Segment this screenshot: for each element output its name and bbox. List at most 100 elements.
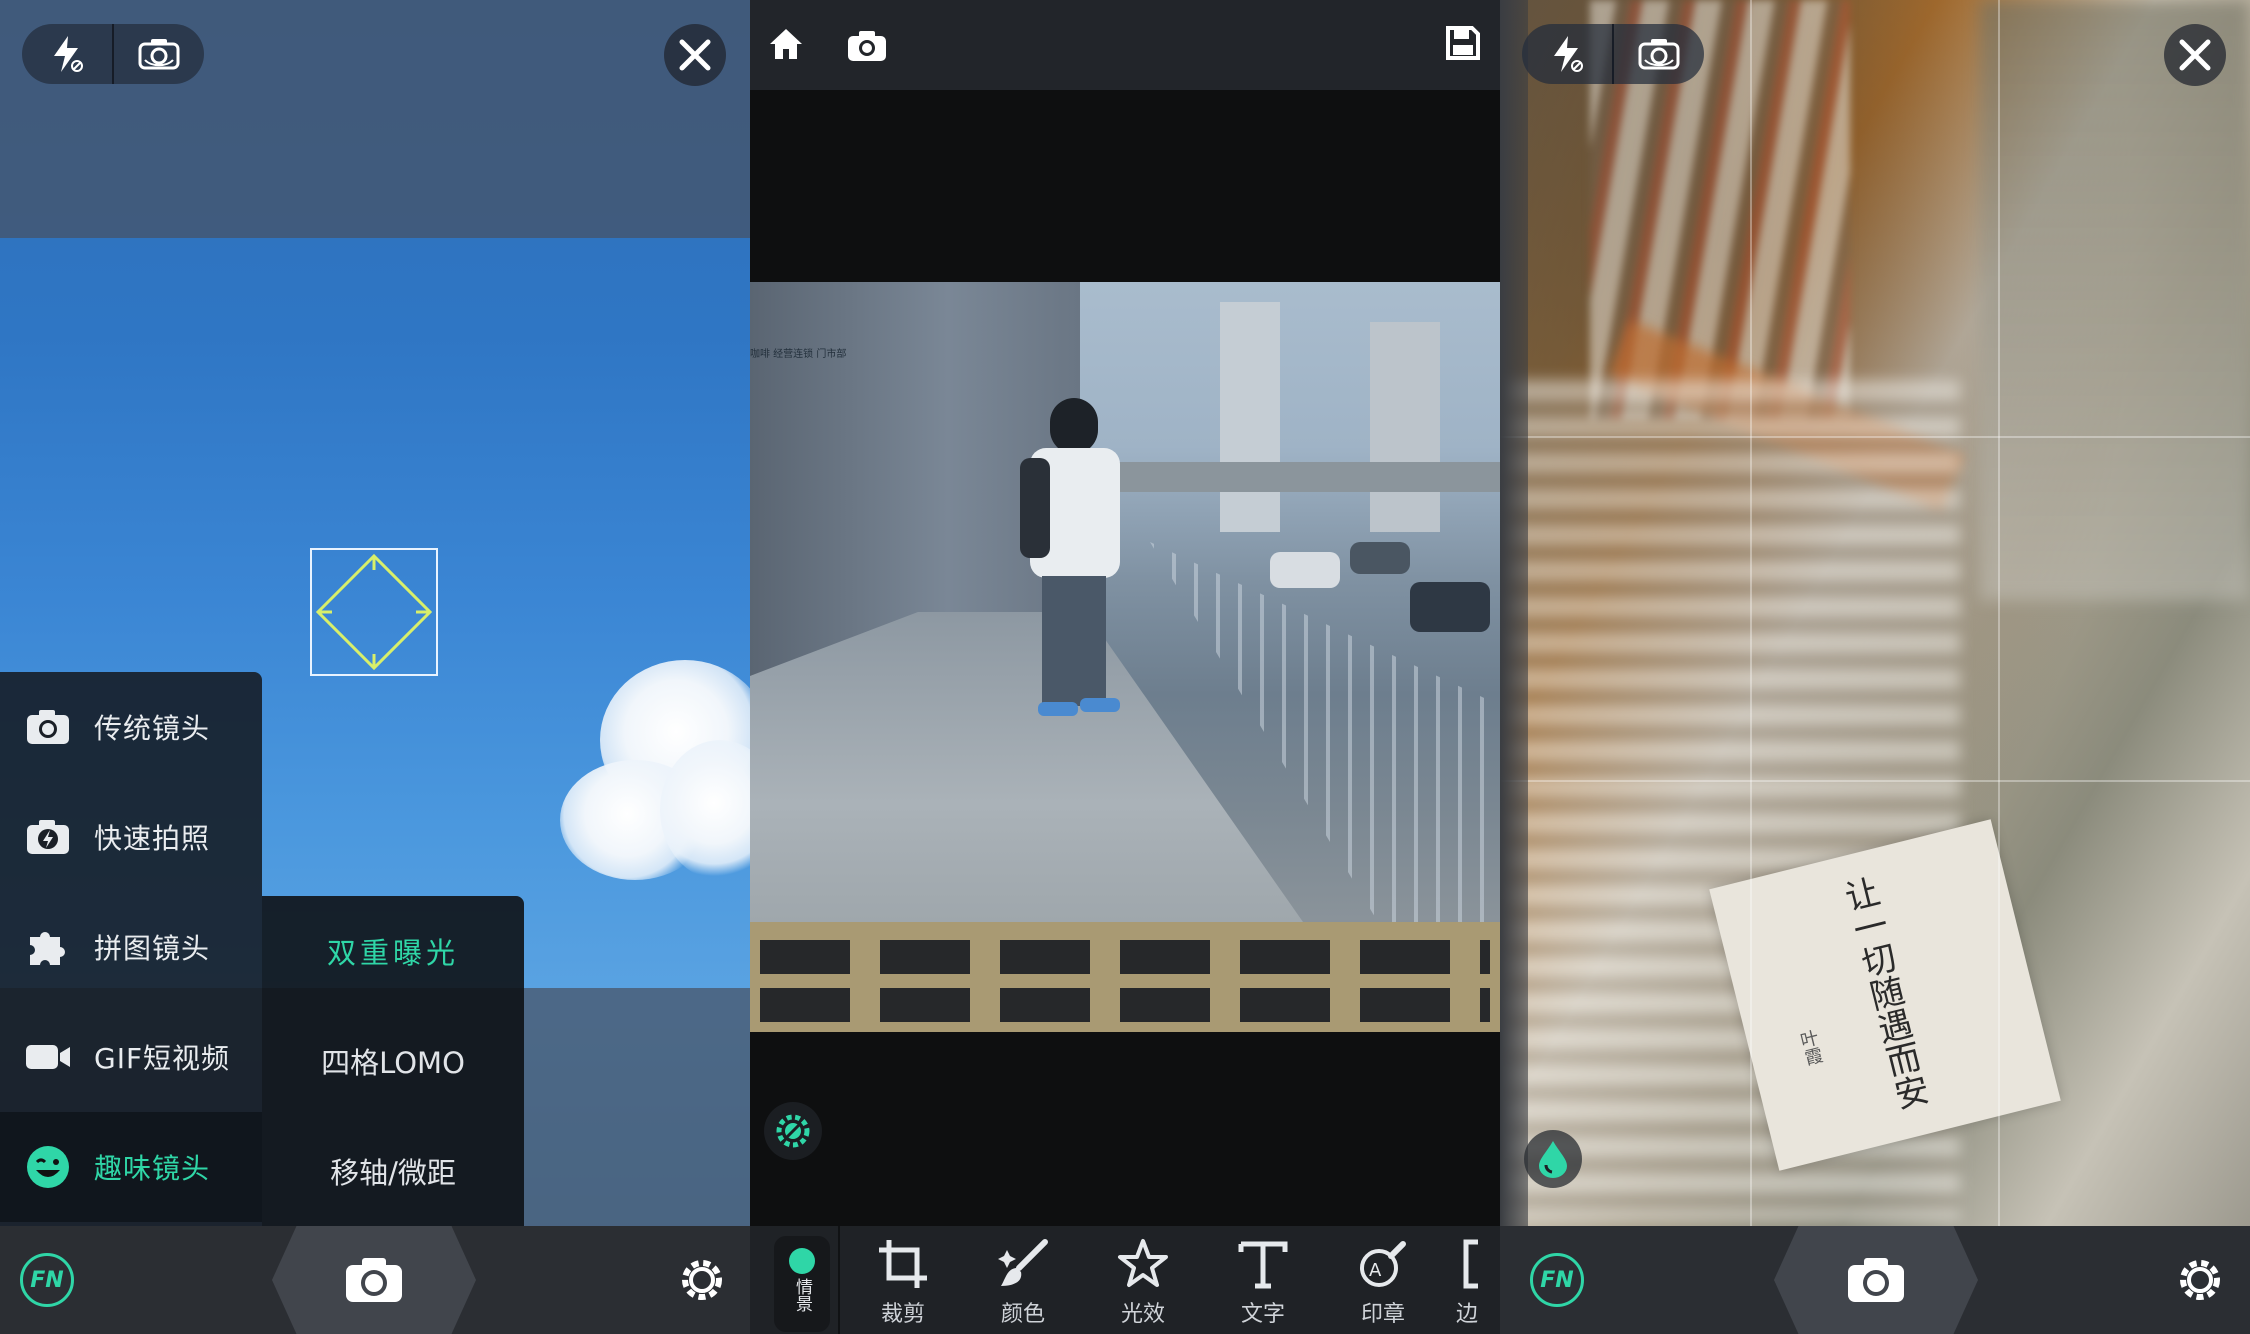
wink-face-icon [24, 1143, 72, 1191]
person-backpack [1020, 458, 1050, 558]
car [1410, 582, 1490, 632]
camera-panel: 传统镜头 快速拍照 拼图镜头 GIF短视频 趣味镜头 双重曝光 四格LOMO 移… [0, 0, 750, 1334]
shutter-button[interactable] [1774, 1226, 1978, 1334]
camera-bottom-bar: FN [1500, 1226, 2250, 1334]
camera-icon [24, 703, 72, 751]
menu-item-quick-shot[interactable]: 快速拍照 [0, 782, 262, 892]
tiltshift-camera-panel: 让一切随遇而安 叶霞 FN [1500, 0, 2250, 1334]
switch-camera-button[interactable] [1614, 24, 1704, 84]
grid-line [1750, 0, 1752, 1226]
menu-item-fun-lens[interactable]: 趣味镜头 [0, 1112, 262, 1222]
tool-text[interactable]: 文字 [1218, 1238, 1308, 1328]
auto-enhance-button[interactable] [764, 1102, 822, 1160]
submenu-item-double-exposure[interactable]: 双重曝光 [262, 896, 524, 1006]
tool-border[interactable]: 边 [1456, 1238, 1500, 1328]
auto-enhance-icon [776, 1114, 810, 1148]
panel-edge [1500, 0, 1528, 1226]
crop-icon [879, 1240, 927, 1288]
shoe [1080, 698, 1120, 712]
fun-lens-submenu: 双重曝光 四格LOMO 移轴/微距 [262, 896, 524, 1226]
save-button[interactable] [1442, 22, 1484, 64]
save-icon [1446, 26, 1480, 60]
tool-light-effect[interactable]: 光效 [1098, 1238, 1188, 1328]
car [1270, 552, 1340, 588]
lens-mode-menu: 传统镜头 快速拍照 拼图镜头 GIF短视频 趣味镜头 [0, 672, 262, 1226]
tool-label: 颜色 [1000, 1302, 1045, 1327]
car [1350, 542, 1410, 574]
switch-camera-icon [1638, 39, 1680, 70]
close-button[interactable] [2164, 24, 2226, 86]
menu-item-label: 快速拍照 [94, 822, 211, 855]
submenu-item-four-lomo[interactable]: 四格LOMO [262, 1006, 524, 1116]
close-icon [2179, 39, 2211, 71]
tool-label: 光效 [1120, 1302, 1165, 1327]
switch-camera-icon [138, 39, 180, 70]
switch-camera-button[interactable] [114, 24, 204, 84]
gear-icon [2180, 1260, 2220, 1300]
tool-color[interactable]: 颜色 [978, 1238, 1068, 1328]
brush-icon [998, 1239, 1048, 1286]
flash-off-icon [54, 36, 83, 72]
submenu-item-tilt-macro[interactable]: 移轴/微距 [262, 1116, 524, 1226]
person-jeans [1042, 576, 1106, 706]
book-author: 叶霞 [1795, 1027, 1825, 1068]
focus-frame [310, 548, 438, 676]
grid-line [1500, 436, 2250, 438]
star-icon [1118, 1239, 1168, 1287]
tool-crop[interactable]: 裁剪 [858, 1238, 948, 1328]
home-button[interactable] [764, 22, 808, 66]
puzzle-icon [24, 923, 72, 971]
building-bottom [750, 922, 1500, 1032]
gear-icon [682, 1260, 722, 1300]
grid-line [1500, 780, 2250, 782]
border-icon [1463, 1239, 1478, 1289]
divider [838, 1226, 840, 1334]
windows [760, 988, 1490, 1022]
flash-off-icon [1554, 36, 1583, 72]
grid-line [1998, 0, 2000, 1226]
menu-item-label: 趣味镜头 [94, 1152, 211, 1185]
shoe [1038, 702, 1078, 716]
close-button[interactable] [664, 24, 726, 86]
person-head [1050, 398, 1098, 454]
camera-icon [346, 1258, 402, 1302]
blurred-books-right [1980, 0, 2250, 600]
menu-item-label: GIF短视频 [94, 1042, 231, 1075]
menu-item-gif-video[interactable]: GIF短视频 [0, 1002, 262, 1112]
camera-icon [1848, 1258, 1904, 1302]
flash-toggle[interactable] [1522, 24, 1612, 84]
edited-photo[interactable]: 咖啡 经营连锁 门市部 [750, 282, 1500, 1032]
shutter-button[interactable] [272, 1226, 476, 1334]
menu-item-puzzle[interactable]: 拼图镜头 [0, 892, 262, 1002]
camera-icon [848, 31, 886, 61]
editor-top-bar [750, 0, 1500, 90]
quick-shot-icon [24, 813, 72, 861]
svg-text:A: A [1369, 1260, 1382, 1281]
blur-mode-button[interactable] [1524, 1130, 1582, 1188]
windows [760, 940, 1490, 974]
settings-button[interactable] [2170, 1250, 2230, 1310]
overpass [1080, 462, 1500, 492]
menu-item-traditional[interactable]: 传统镜头 [0, 672, 262, 782]
tool-label: 边 [1456, 1302, 1479, 1327]
fn-filter-button[interactable]: FN [20, 1253, 74, 1307]
camera-bottom-bar: FN [0, 1226, 750, 1334]
book-title: 让一切随遇而安 [1835, 872, 1932, 1114]
tool-label: 印章 [1360, 1302, 1405, 1327]
fn-filter-button[interactable]: FN [1530, 1253, 1584, 1307]
focus-diamond-icon [315, 553, 433, 671]
flash-toggle[interactable] [22, 24, 112, 84]
settings-button[interactable] [672, 1250, 732, 1310]
camera-button[interactable] [844, 24, 890, 68]
water-drop-icon [1539, 1141, 1567, 1178]
stamp-icon: A [1360, 1241, 1406, 1287]
tab-scene-label: 情景 [792, 1278, 812, 1312]
editor-panel: 咖啡 经营连锁 门市部 情景 裁剪 颜色 光效 文字 A 印章 边 [750, 0, 1500, 1334]
building-sign: 咖啡 经营连锁 门市部 [750, 342, 870, 360]
tab-scene[interactable]: 情景 [774, 1236, 830, 1332]
sign-text: 咖啡 经营连锁 门市部 [750, 349, 847, 360]
camera-top-controls [1522, 24, 1704, 84]
tool-stamp[interactable]: A 印章 [1338, 1238, 1428, 1328]
tool-label: 文字 [1240, 1302, 1285, 1327]
tower [1370, 322, 1440, 532]
